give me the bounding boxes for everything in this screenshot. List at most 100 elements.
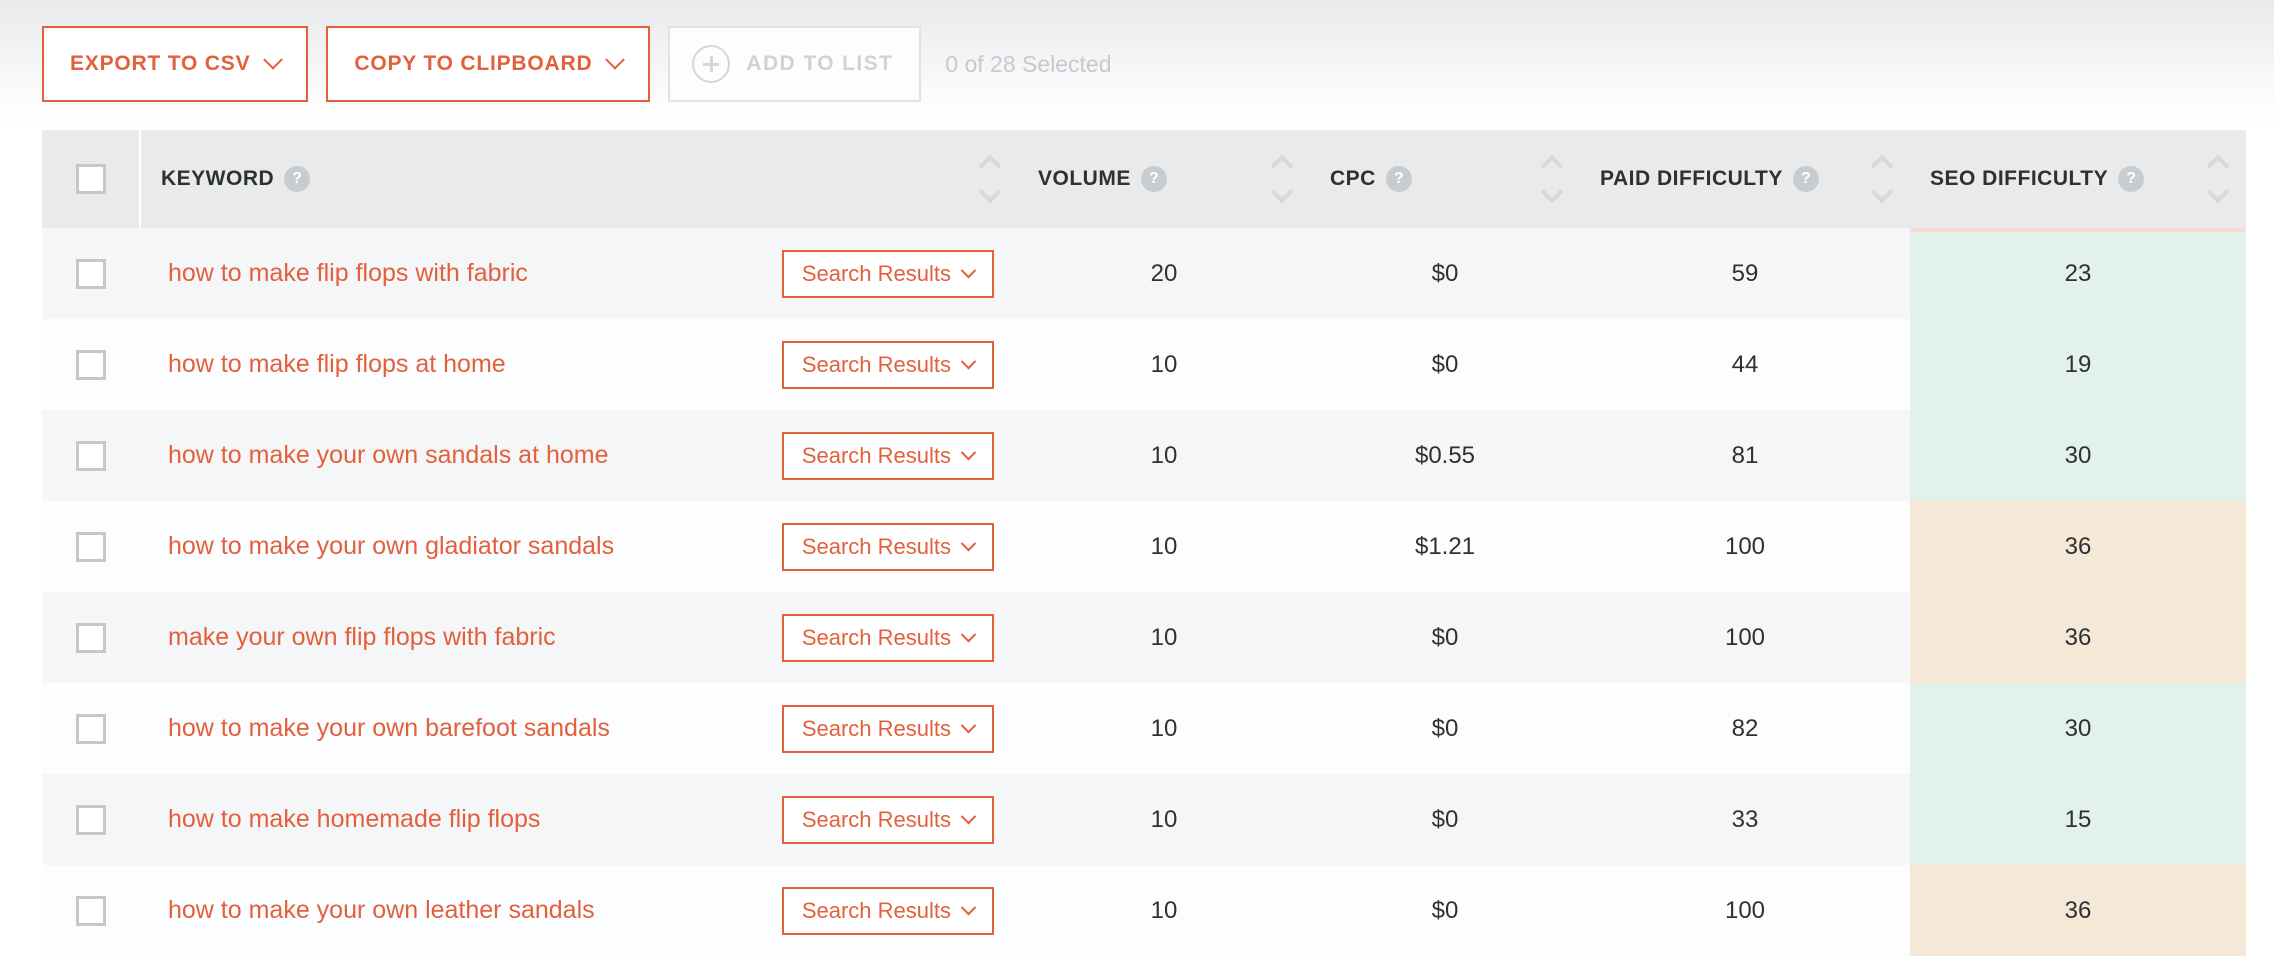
chevron-down-icon: [605, 49, 626, 70]
table-header: KEYWORD ? VOLUME ? CPC ? PAID DIFFICULTY…: [42, 130, 2246, 232]
chevron-down-icon: [960, 899, 977, 916]
chevron-down-icon: [263, 49, 284, 70]
column-header-cpc[interactable]: CPC ?: [1310, 130, 1580, 228]
chevron-up-icon: [1270, 154, 1294, 178]
search-results-button[interactable]: Search Results: [781, 249, 994, 298]
row-checkbox[interactable]: [76, 440, 106, 471]
keywords-table: KEYWORD ? VOLUME ? CPC ? PAID DIFFICULTY…: [42, 130, 2246, 956]
row-checkbox[interactable]: [76, 713, 106, 744]
search-results-label: Search Results: [801, 260, 951, 286]
row-checkbox[interactable]: [76, 349, 106, 380]
keyword-link[interactable]: how to make flip flops at home: [168, 350, 506, 379]
search-results-button[interactable]: Search Results: [781, 886, 994, 935]
chevron-up-icon: [1870, 154, 1894, 178]
column-header-seo-difficulty[interactable]: SEO DIFFICULTY ?: [1910, 130, 2246, 232]
column-header-paid-difficulty-label: PAID DIFFICULTY: [1600, 167, 1783, 190]
chevron-up-icon: [1540, 154, 1564, 178]
search-results-button[interactable]: Search Results: [781, 704, 994, 753]
row-select-cell: [42, 410, 140, 501]
search-results-button[interactable]: Search Results: [781, 522, 994, 571]
cpc-cell: $0.55: [1310, 410, 1580, 501]
search-results-button[interactable]: Search Results: [781, 340, 994, 389]
chevron-down-icon: [960, 262, 977, 279]
row-checkbox[interactable]: [76, 804, 106, 835]
seo-difficulty-cell: 36: [1910, 592, 2246, 683]
paid-difficulty-cell: 44: [1580, 319, 1910, 410]
help-icon[interactable]: ?: [2118, 166, 2145, 192]
toolbar-bar: EXPORT TO CSV COPY TO CLIPBOARD ADD TO L…: [0, 0, 2274, 130]
cpc-cell: $0: [1310, 683, 1580, 774]
seo-difficulty-cell: 36: [1910, 501, 2246, 592]
keyword-link[interactable]: how to make your own gladiator sandals: [168, 532, 614, 561]
chevron-down-icon: [978, 180, 1002, 204]
row-checkbox[interactable]: [76, 258, 106, 289]
keyword-link[interactable]: how to make your own leather sandals: [168, 896, 595, 925]
keyword-link[interactable]: how to make your own sandals at home: [168, 441, 609, 470]
table-row: make your own flip flops with fabric Sear…: [42, 592, 2246, 683]
chevron-up-icon: [978, 154, 1002, 178]
cpc-cell: $0: [1310, 319, 1580, 410]
row-select-cell: [42, 683, 140, 774]
paid-difficulty-cell: 100: [1580, 865, 1910, 956]
help-icon[interactable]: ?: [1140, 166, 1167, 192]
chevron-down-icon: [960, 444, 977, 461]
column-header-keyword[interactable]: KEYWORD ?: [140, 130, 1018, 228]
search-results-label: Search Results: [801, 806, 951, 832]
keyword-cell: how to make your own gladiator sandals Se…: [140, 501, 1018, 592]
volume-cell: 10: [1018, 683, 1310, 774]
sort-icon[interactable]: [2196, 154, 2230, 204]
paid-difficulty-cell: 82: [1580, 683, 1910, 774]
help-icon[interactable]: ?: [1385, 166, 1412, 192]
export-to-csv-button[interactable]: EXPORT TO CSV: [42, 26, 309, 102]
add-to-list-button[interactable]: ADD TO LIST: [668, 26, 922, 102]
copy-to-clipboard-button[interactable]: COPY TO CLIPBOARD: [326, 26, 651, 102]
keyword-link[interactable]: make your own flip flops with fabric: [168, 623, 556, 652]
search-results-label: Search Results: [801, 897, 951, 923]
help-icon[interactable]: ?: [1792, 166, 1819, 192]
sort-icon[interactable]: [1860, 154, 1894, 204]
sort-icon[interactable]: [1530, 154, 1564, 204]
keyword-cell: how to make homemade flip flops Search Re…: [140, 774, 1018, 865]
keyword-link[interactable]: how to make homemade flip flops: [168, 805, 540, 834]
row-select-cell: [42, 592, 140, 683]
keyword-cell: how to make your own leather sandals Sear…: [140, 865, 1018, 956]
column-header-keyword-label: KEYWORD: [161, 167, 275, 190]
chevron-down-icon: [1540, 180, 1564, 204]
row-checkbox[interactable]: [76, 531, 106, 562]
seo-difficulty-cell: 15: [1910, 774, 2246, 865]
cpc-cell: $0: [1310, 774, 1580, 865]
search-results-label: Search Results: [801, 442, 951, 468]
chevron-down-icon: [1270, 180, 1294, 204]
search-results-button[interactable]: Search Results: [781, 431, 994, 480]
help-icon[interactable]: ?: [284, 166, 311, 192]
seo-difficulty-cell: 19: [1910, 319, 2246, 410]
chevron-down-icon: [960, 808, 977, 825]
row-checkbox[interactable]: [76, 895, 106, 926]
export-to-csv-label: EXPORT TO CSV: [70, 52, 251, 75]
sort-icon[interactable]: [1260, 154, 1294, 204]
cpc-cell: $1.21: [1310, 501, 1580, 592]
column-header-seo-difficulty-label: SEO DIFFICULTY: [1930, 167, 2109, 190]
table-row: how to make your own barefoot sandals Sea…: [42, 683, 2246, 774]
select-all-header: [42, 130, 141, 228]
search-results-label: Search Results: [801, 715, 951, 741]
table-row: how to make flip flops with fabric Search…: [42, 228, 2246, 319]
copy-to-clipboard-label: COPY TO CLIPBOARD: [354, 52, 593, 75]
cpc-cell: $0: [1310, 592, 1580, 683]
keyword-link[interactable]: how to make flip flops with fabric: [168, 259, 528, 288]
table-row: how to make flip flops at home Search Res…: [42, 319, 2246, 410]
volume-cell: 10: [1018, 865, 1310, 956]
column-header-paid-difficulty[interactable]: PAID DIFFICULTY ?: [1580, 130, 1910, 228]
keyword-cell: make your own flip flops with fabric Sear…: [140, 592, 1018, 683]
column-header-volume[interactable]: VOLUME ?: [1018, 130, 1310, 228]
paid-difficulty-cell: 100: [1580, 501, 1910, 592]
row-select-cell: [42, 865, 140, 956]
table-header-row: KEYWORD ? VOLUME ? CPC ? PAID DIFFICULTY…: [42, 130, 2246, 232]
table-row: how to make your own leather sandals Sear…: [42, 865, 2246, 956]
sort-icon[interactable]: [968, 154, 1002, 204]
row-checkbox[interactable]: [76, 622, 106, 653]
keyword-link[interactable]: how to make your own barefoot sandals: [168, 714, 610, 743]
select-all-checkbox[interactable]: [75, 164, 106, 194]
search-results-button[interactable]: Search Results: [781, 613, 994, 662]
search-results-button[interactable]: Search Results: [781, 795, 994, 844]
